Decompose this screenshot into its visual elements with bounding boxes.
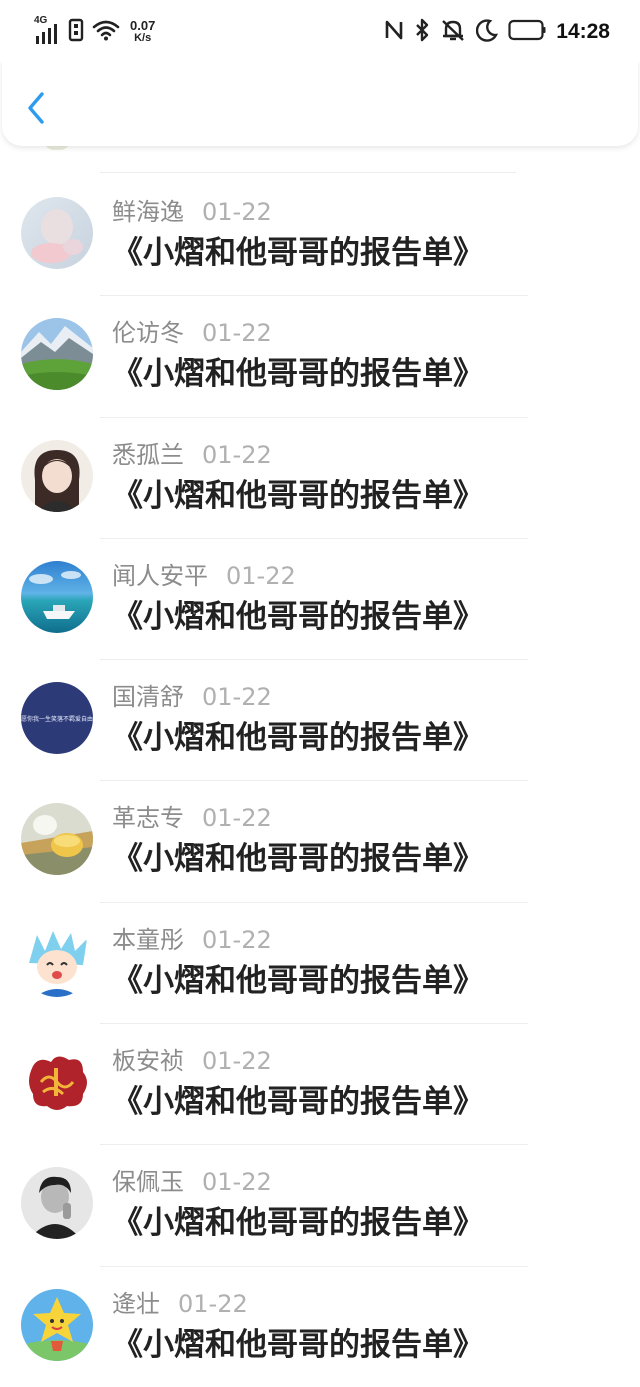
item-title[interactable]: 《小熠和他哥哥的报告单》 xyxy=(112,233,484,273)
screen: 4G 0.07 K/s 14:28 鲜海逸 01-22 《小熠和他哥哥的报告单》… xyxy=(0,0,640,1387)
message-list: 鲜海逸 01-22 《小熠和他哥哥的报告单》 伦访冬 01-22 《小熠和他哥哥的报… xyxy=(0,175,640,1387)
list-item[interactable]: 保佩玉 01-22 《小熠和他哥哥的报告单》 xyxy=(0,1145,640,1267)
nav-header xyxy=(2,60,638,146)
item-title[interactable]: 《小熠和他哥哥的报告单》 xyxy=(112,1325,484,1365)
date: 01-22 xyxy=(202,440,272,469)
date: 01-22 xyxy=(202,1168,272,1197)
user-name[interactable]: 革志专 xyxy=(112,804,184,832)
date: 01-22 xyxy=(178,1289,248,1318)
meta-line: 本童彤 01-22 xyxy=(112,925,272,955)
date: 01-22 xyxy=(202,319,272,348)
wifi-icon xyxy=(92,19,120,45)
user-name[interactable]: 保佩玉 xyxy=(112,1168,184,1196)
meta-line: 国清舒 01-22 xyxy=(112,682,272,712)
speed-value: 0.07 xyxy=(130,18,156,33)
user-name[interactable]: 闻人安平 xyxy=(112,562,208,590)
status-bar: 4G 0.07 K/s 14:28 xyxy=(0,0,640,62)
item-title[interactable]: 《小熠和他哥哥的报告单》 xyxy=(112,1203,484,1243)
avatar[interactable] xyxy=(21,1046,93,1119)
meta-line: 鲜海逸 01-22 xyxy=(112,197,272,227)
moon-icon xyxy=(476,18,499,46)
list-item[interactable]: 本童彤 01-22 《小熠和他哥哥的报告单》 xyxy=(0,903,640,1025)
item-title[interactable]: 《小熠和他哥哥的报告单》 xyxy=(112,476,484,516)
speed-unit: K/s xyxy=(134,32,152,44)
avatar[interactable] xyxy=(21,1167,93,1240)
avatar[interactable] xyxy=(21,560,93,633)
user-name[interactable]: 本童彤 xyxy=(112,926,184,954)
status-bar-right: 14:28 xyxy=(384,16,610,48)
date: 01-22 xyxy=(202,198,272,226)
avatar[interactable] xyxy=(21,803,93,876)
list-item[interactable]: 革志专 01-22 《小熠和他哥哥的报告单》 xyxy=(0,781,640,903)
meta-line: 闻人安平 01-22 xyxy=(112,561,296,591)
user-name[interactable]: 鲜海逸 xyxy=(112,198,184,226)
meta-line: 板安祯 01-22 xyxy=(112,1046,272,1076)
user-name[interactable]: 板安祯 xyxy=(112,1047,184,1075)
item-title[interactable]: 《小熠和他哥哥的报告单》 xyxy=(112,354,484,394)
meta-line: 逄壮 01-22 xyxy=(112,1289,248,1319)
meta-line: 伦访冬 01-22 xyxy=(112,318,272,348)
list-item[interactable]: 愿你我一生笑落不羁爱自由 国清舒 01-22 《小熠和他哥哥的报告单》 xyxy=(0,660,640,782)
avatar[interactable] xyxy=(21,197,93,269)
network-type: 4G xyxy=(34,15,48,26)
avatar[interactable] xyxy=(21,318,93,391)
date: 01-22 xyxy=(226,561,296,590)
item-title[interactable]: 《小熠和他哥哥的报告单》 xyxy=(112,839,484,879)
list-item[interactable]: 悉孤兰 01-22 《小熠和他哥哥的报告单》 xyxy=(0,418,640,539)
item-title[interactable]: 《小熠和他哥哥的报告单》 xyxy=(112,961,484,1001)
avatar[interactable] xyxy=(21,924,93,997)
network-speed: 0.07 K/s xyxy=(130,18,156,44)
signal-icon: 4G xyxy=(34,15,60,45)
user-name[interactable]: 悉孤兰 xyxy=(112,441,184,469)
list-item[interactable]: 逄壮 01-22 《小熠和他哥哥的报告单》 xyxy=(0,1267,640,1387)
user-name[interactable]: 国清舒 xyxy=(112,683,184,711)
battery-icon xyxy=(508,19,546,45)
meta-line: 保佩玉 01-22 xyxy=(112,1167,272,1197)
back-button[interactable] xyxy=(20,88,52,128)
user-name[interactable]: 伦访冬 xyxy=(112,319,184,347)
date: 01-22 xyxy=(202,925,272,954)
item-title[interactable]: 《小熠和他哥哥的报告单》 xyxy=(112,718,484,758)
meta-line: 革志专 01-22 xyxy=(112,803,272,833)
list-item[interactable]: 闻人安平 01-22 《小熠和他哥哥的报告单》 xyxy=(0,539,640,661)
bluetooth-icon xyxy=(414,18,430,46)
sim-icon xyxy=(68,18,84,46)
divider xyxy=(100,172,516,173)
chevron-left-icon xyxy=(28,92,44,124)
list-item[interactable]: 鲜海逸 01-22 《小熠和他哥哥的报告单》 xyxy=(0,175,640,297)
user-name[interactable]: 逄壮 xyxy=(112,1290,160,1318)
list-item[interactable]: 板安祯 01-22 《小熠和他哥哥的报告单》 xyxy=(0,1024,640,1146)
avatar[interactable]: 愿你我一生笑落不羁爱自由 xyxy=(21,682,93,755)
clock: 14:28 xyxy=(556,20,610,43)
meta-line: 悉孤兰 01-22 xyxy=(112,440,272,470)
date: 01-22 xyxy=(202,804,272,833)
avatar-text: 愿你我一生笑落不羁爱自由 xyxy=(21,715,93,723)
date: 01-22 xyxy=(202,1047,272,1076)
nfc-icon xyxy=(384,18,404,46)
avatar[interactable] xyxy=(21,439,93,512)
avatar[interactable] xyxy=(21,1288,93,1361)
list-item[interactable]: 伦访冬 01-22 《小熠和他哥哥的报告单》 xyxy=(0,296,640,418)
status-bar-left: 4G 0.07 K/s xyxy=(34,15,156,48)
date: 01-22 xyxy=(202,683,272,712)
item-title[interactable]: 《小熠和他哥哥的报告单》 xyxy=(112,597,484,637)
mute-bell-icon xyxy=(440,18,466,46)
item-title[interactable]: 《小熠和他哥哥的报告单》 xyxy=(112,1082,484,1122)
